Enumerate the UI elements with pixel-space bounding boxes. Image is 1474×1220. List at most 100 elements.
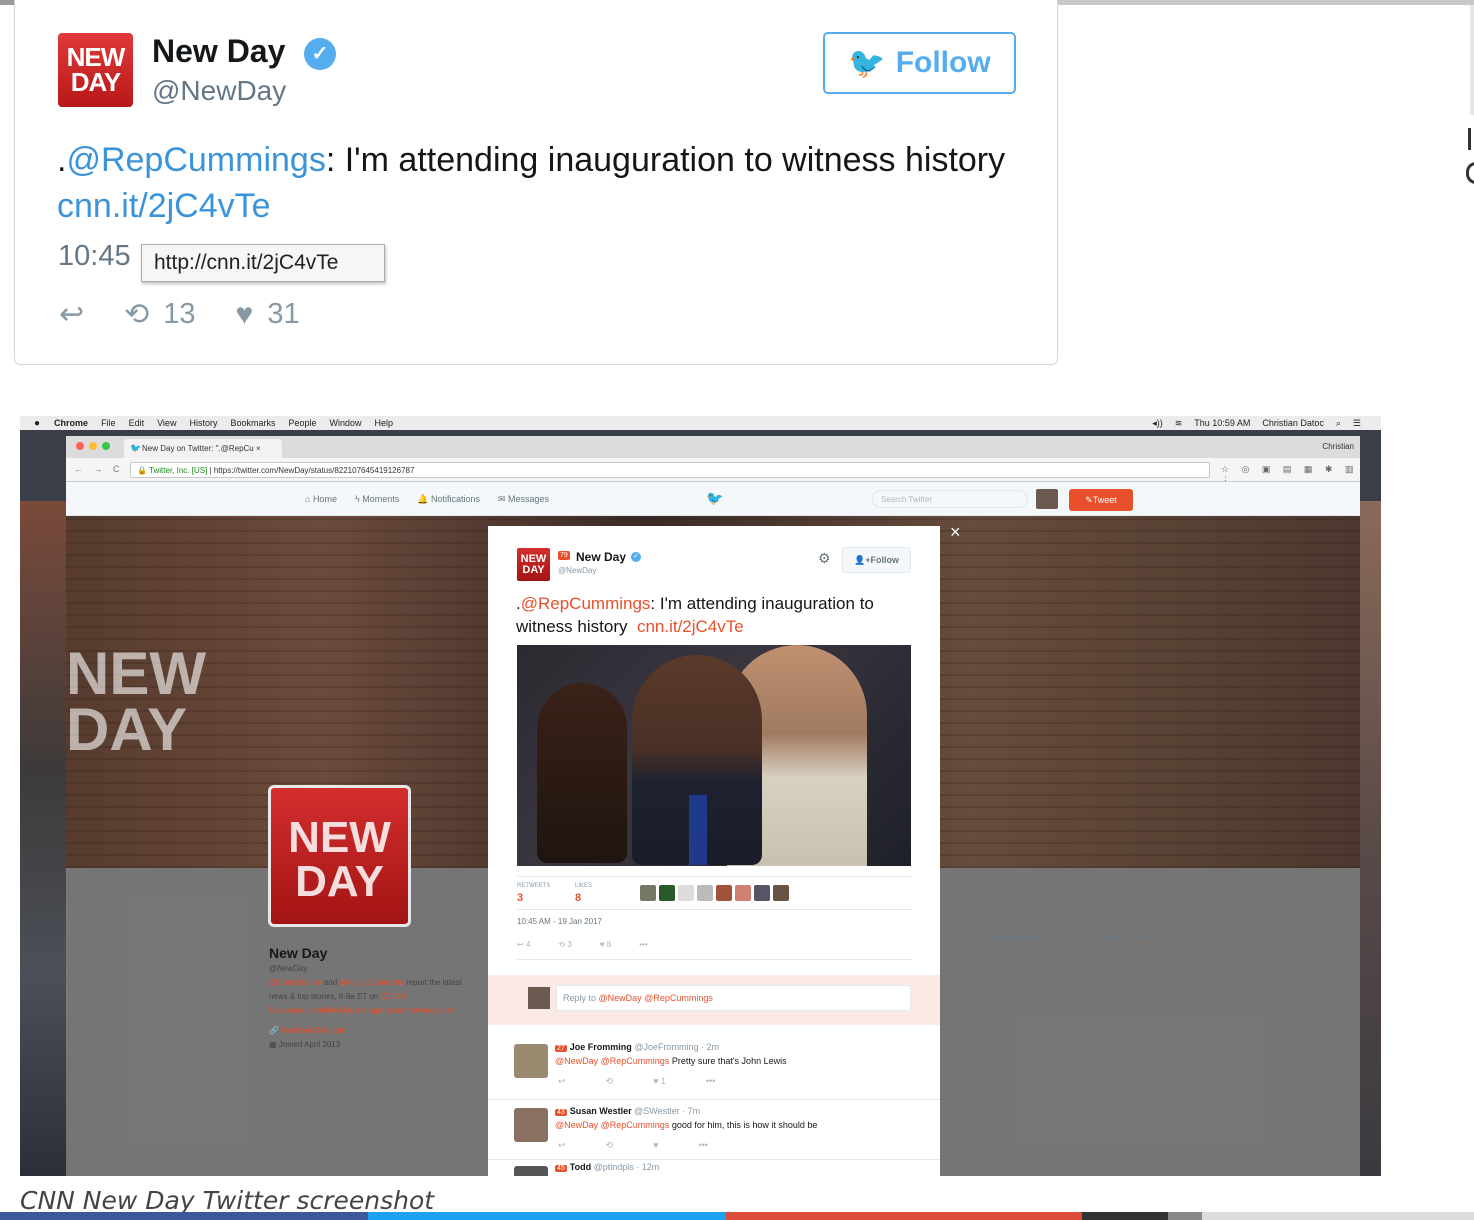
mention-link[interactable]: @RepCummings (66, 141, 325, 179)
modal-url-link[interactable]: cnn.it/2jC4vTe (637, 617, 744, 636)
chrome-profile[interactable]: Christian (1322, 442, 1354, 451)
minimize-window-button[interactable] (89, 442, 97, 450)
reply-name[interactable]: Joe Fromming (570, 1042, 632, 1052)
reply-avatar[interactable] (514, 1108, 548, 1142)
window-controls (76, 442, 110, 450)
menu-item[interactable]: History (189, 418, 217, 428)
menu-item[interactable]: Help (375, 418, 394, 428)
facebook-share-button[interactable] (0, 1212, 368, 1220)
nav-buttons[interactable]: ← → C (74, 464, 124, 474)
apple-icon[interactable]: ● (34, 418, 40, 429)
retweet-count: 13 (163, 298, 196, 330)
more-share-button[interactable] (1082, 1212, 1168, 1220)
menu-item[interactable]: People (288, 418, 316, 428)
modal-avatar-text: DAY (522, 564, 545, 576)
mac-menubar: ● Chrome File Edit View History Bookmark… (20, 416, 1381, 430)
modal-like-button[interactable]: ♥ 8 (600, 940, 611, 949)
nav-messages[interactable]: ✉ Messages (498, 494, 549, 505)
close-window-button[interactable] (76, 442, 84, 450)
menu-item[interactable]: File (101, 418, 116, 428)
retweets-stat[interactable]: RETWEETS 3 (517, 883, 550, 904)
wifi-icon[interactable]: ≋ (1175, 418, 1183, 429)
like-count: 31 (267, 298, 300, 330)
profile-website[interactable]: 🔗 NewDayCNN.com (269, 1024, 469, 1038)
embedded-tweet-card: NEW DAY New Day ✓ @NewDay 🐦 Follow .@Rep… (14, 0, 1058, 365)
reply-icon[interactable]: ↩ (558, 1076, 566, 1087)
menu-item[interactable]: View (157, 418, 176, 428)
menu-item[interactable]: Edit (129, 418, 145, 428)
reply-avatar[interactable] (514, 1166, 548, 1176)
email-share-button[interactable] (1168, 1212, 1202, 1220)
modal-avatar[interactable]: NEW DAY (517, 548, 550, 581)
more-icon[interactable]: ••• (706, 1076, 715, 1087)
reply-name[interactable]: Susan Westler (570, 1106, 632, 1116)
tweet-url-link[interactable]: cnn.it/2jC4vTe (57, 187, 271, 225)
address-bar[interactable]: 🔒 Twitter, Inc. [US] | https://twitter.c… (130, 462, 1210, 478)
more-icon[interactable]: ••• (698, 1140, 707, 1151)
account-handle[interactable]: @NewDay (152, 75, 286, 107)
more-icon[interactable]: ••• (639, 940, 647, 949)
reply-tweet[interactable]: 45 Todd @ptindpls · 12m (488, 1160, 940, 1176)
nav-moments[interactable]: ϟ Moments (355, 494, 399, 505)
search-input[interactable]: Search Twitter (872, 490, 1028, 508)
profile-handle[interactable]: @NewDay (269, 962, 469, 976)
menu-item[interactable]: Window (330, 418, 362, 428)
compose-tweet-button[interactable]: ✎ Tweet (1069, 489, 1133, 511)
image-caption: CNN New Day Twitter screenshot (20, 1186, 435, 1215)
reply-tweet[interactable]: 27 Joe Fromming @JoeFromming · 2m @NewDay… (488, 1036, 940, 1100)
liker-avatars[interactable] (640, 885, 789, 901)
tweet-photo[interactable] (517, 645, 911, 866)
close-icon[interactable]: × (950, 522, 961, 543)
likes-stat[interactable]: LIKES 8 (575, 883, 592, 904)
menubar-clock[interactable]: Thu 10:59 AM (1194, 418, 1250, 429)
reply-input[interactable]: Reply to @NewDay @RepCummings (556, 985, 911, 1011)
retweet-button[interactable]: ⟲ 13 (124, 297, 195, 332)
twitter-footer: © 2017 Twitter About Help Terms Privacy … (966, 934, 1148, 941)
tweet-timestamp[interactable]: 10:45 (58, 240, 131, 273)
bio-mention[interactable]: @ChrisCuomo (269, 978, 322, 987)
reply-icon[interactable]: ↩ (558, 1140, 566, 1151)
new-day-logo[interactable]: NEW DAY (58, 33, 133, 107)
modal-retweet-button[interactable]: ⟲ 3 (558, 940, 571, 949)
bio-mention[interactable]: @AlisynCamerota (339, 978, 404, 987)
menu-item[interactable]: Bookmarks (230, 418, 275, 428)
gear-icon[interactable]: ⚙ (818, 550, 831, 567)
modal-account-handle[interactable]: @NewDay (558, 566, 596, 575)
heart-icon[interactable]: ♥ 1 (653, 1076, 666, 1087)
modal-mention-link[interactable]: @RepCummings (521, 594, 651, 613)
account-name[interactable]: New Day (152, 33, 285, 70)
modal-account-name[interactable]: New Day (576, 550, 626, 564)
menubar-user[interactable]: Christian Datoc (1262, 418, 1324, 429)
spotlight-icon[interactable]: ⌕ (1336, 418, 1341, 429)
reply-mentions[interactable]: @NewDay @RepCummings (555, 1120, 669, 1130)
reply-button[interactable]: ↩ (59, 297, 84, 332)
follow-button[interactable]: 🐦 Follow (823, 32, 1016, 94)
google-share-button[interactable] (726, 1212, 1082, 1220)
profile-avatar[interactable]: NEW DAY (268, 785, 411, 927)
nav-notifications[interactable]: 🔔 Notifications (417, 494, 480, 505)
profile-name[interactable]: New Day (269, 944, 469, 962)
screenshot-image: ● Chrome File Edit View History Bookmark… (20, 416, 1381, 1176)
zoom-window-button[interactable] (102, 442, 110, 450)
heart-icon[interactable]: ♥ (653, 1140, 658, 1151)
notification-center-icon[interactable]: ☰ (1353, 418, 1361, 429)
joined-date: Joined April 2013 (278, 1040, 341, 1049)
reply-mentions[interactable]: @NewDay @RepCummings (555, 1056, 669, 1066)
reply-avatar[interactable] (514, 1044, 548, 1078)
nav-home[interactable]: ⌂ Home (305, 494, 337, 505)
nav-moments-label: Moments (362, 494, 400, 504)
user-avatar[interactable] (1036, 489, 1058, 509)
reply-tweet[interactable]: 43 Susan Westler @SWestler · 7m @NewDay @… (488, 1100, 940, 1160)
browser-tab[interactable]: 🐦 New Day on Twitter: ".@RepCu × (124, 439, 282, 458)
volume-icon[interactable]: ◂)) (1152, 418, 1163, 429)
like-button[interactable]: ♥ 31 (236, 298, 300, 332)
menu-item[interactable]: Chrome (54, 418, 88, 428)
retweet-icon[interactable]: ⟲ (606, 1076, 614, 1087)
website-link[interactable]: NewDayCNN.com (281, 1026, 346, 1035)
reply-name[interactable]: Todd (570, 1162, 591, 1172)
modal-follow-button[interactable]: 👤+ Follow (842, 547, 911, 573)
twitter-share-button[interactable] (368, 1212, 726, 1220)
twitter-logo-icon[interactable]: 🐦 (706, 490, 723, 507)
retweet-icon[interactable]: ⟲ (606, 1140, 614, 1151)
modal-reply-button[interactable]: ↩ 4 (517, 940, 530, 949)
